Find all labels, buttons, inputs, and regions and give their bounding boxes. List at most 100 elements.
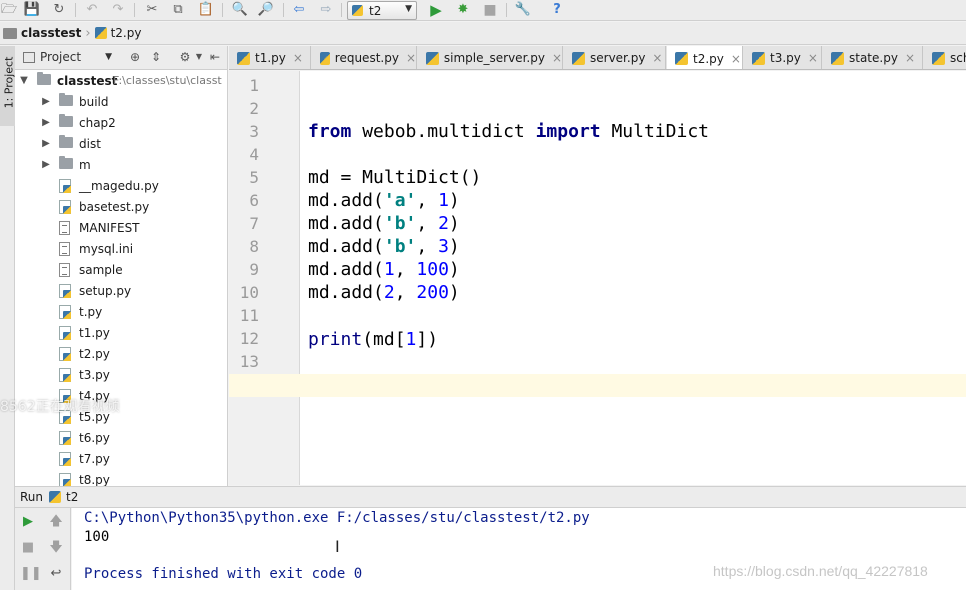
tab-state[interactable]: state.py × bbox=[823, 46, 923, 69]
project-tool-window-tab[interactable]: 1: Project bbox=[0, 46, 16, 126]
code-text: md.add( bbox=[308, 190, 384, 211]
tree-folder-m[interactable]: ▶ m bbox=[15, 154, 227, 175]
save-icon[interactable]: 💾 bbox=[24, 2, 40, 18]
settings-icon[interactable]: 🔧 bbox=[515, 2, 531, 18]
paste-icon[interactable]: 📋 bbox=[198, 2, 214, 18]
python-file-icon bbox=[932, 51, 945, 65]
line-number: 8 bbox=[249, 237, 259, 256]
tree-file[interactable]: t6.py bbox=[15, 427, 227, 448]
python-file-icon bbox=[675, 52, 688, 65]
chevron-down-icon[interactable]: ▼ bbox=[19, 75, 29, 86]
tab-t1[interactable]: t1.py × bbox=[229, 46, 311, 69]
tree-file[interactable]: t2.py bbox=[15, 343, 227, 364]
sync-icon[interactable]: ↻ bbox=[51, 2, 67, 18]
tab-label: t1.py bbox=[255, 51, 286, 65]
tree-file[interactable]: __magedu.py bbox=[15, 175, 227, 196]
project-view-select[interactable]: Project ▼ bbox=[23, 50, 112, 64]
code-line-4: md = MultiDict() bbox=[308, 167, 482, 188]
open-icon[interactable]: 🗁 bbox=[1, 2, 17, 18]
line-number: 6 bbox=[249, 191, 259, 210]
help-icon[interactable]: ? bbox=[549, 2, 565, 18]
tree-file[interactable]: t3.py bbox=[15, 364, 227, 385]
tree-folder-chap2[interactable]: ▶ chap2 bbox=[15, 112, 227, 133]
main-toolbar: 🗁 💾 ↻ ↶ ↷ ✂ ⧉ 📋 🔍 🔎 ⇦ ⇨ t2 ▼ ▶ ✸ ■ 🔧 ? bbox=[0, 0, 966, 21]
run-config-select[interactable]: t2 ▼ bbox=[347, 1, 417, 20]
tree-file[interactable]: t7.py bbox=[15, 448, 227, 469]
run-config-tab[interactable]: t2 bbox=[66, 490, 78, 504]
chevron-right-icon[interactable]: ▶ bbox=[41, 138, 51, 149]
tab-sche[interactable]: sche bbox=[924, 46, 966, 69]
tree-file[interactable]: t8.py bbox=[15, 469, 227, 486]
chevron-right-icon[interactable]: ▶ bbox=[41, 159, 51, 170]
text-file-icon bbox=[59, 221, 70, 235]
tree-folder-dist[interactable]: ▶ dist bbox=[15, 133, 227, 154]
locate-icon[interactable]: ⊕ bbox=[128, 50, 142, 64]
breadcrumb-file[interactable]: t2.py bbox=[94, 26, 142, 40]
console-exit-message: Process finished with exit code 0 bbox=[84, 566, 363, 582]
close-icon[interactable]: × bbox=[731, 52, 741, 66]
code-line-11: print(md[1]) bbox=[308, 328, 438, 351]
text-file-icon bbox=[59, 263, 70, 277]
forward-icon[interactable]: ⇨ bbox=[318, 2, 334, 18]
replace-icon[interactable]: 🔎 bbox=[258, 2, 274, 18]
pause-icon[interactable]: ❚❚ bbox=[20, 566, 42, 582]
close-icon[interactable]: × bbox=[406, 51, 416, 65]
breadcrumb-file-label: t2.py bbox=[110, 26, 142, 40]
number-literal: 200 bbox=[416, 282, 449, 303]
tree-file[interactable]: mysql.ini bbox=[15, 238, 227, 259]
toolbar-separator bbox=[341, 3, 342, 17]
undo-icon[interactable]: ↶ bbox=[84, 2, 100, 18]
tree-file[interactable]: basetest.py bbox=[15, 196, 227, 217]
run-icon[interactable]: ▶ bbox=[428, 2, 444, 18]
tab-simple-server[interactable]: simple_server.py × bbox=[418, 46, 563, 69]
folder-icon bbox=[37, 72, 51, 85]
tab-t2[interactable]: t2.py × bbox=[667, 46, 743, 69]
code-text: , bbox=[416, 236, 439, 257]
tab-label: server.py bbox=[590, 51, 646, 65]
close-icon[interactable]: × bbox=[905, 51, 915, 65]
tab-t3[interactable]: t3.py × bbox=[744, 46, 822, 69]
python-file-icon bbox=[59, 368, 71, 382]
back-icon[interactable]: ⇦ bbox=[291, 2, 307, 18]
close-icon[interactable]: × bbox=[808, 51, 818, 65]
code-text: md.add( bbox=[308, 213, 384, 234]
tab-request[interactable]: request.py × bbox=[312, 46, 417, 69]
code-text: , bbox=[394, 259, 417, 280]
stop-icon[interactable]: ■ bbox=[482, 2, 498, 18]
redo-icon[interactable]: ↷ bbox=[110, 2, 126, 18]
tree-file[interactable]: setup.py bbox=[15, 280, 227, 301]
viewer-count-watermark: 8562正在观看视频 bbox=[0, 399, 120, 415]
scroll-up-icon[interactable]: 🡅 bbox=[48, 514, 64, 530]
rerun-icon[interactable]: ▶ bbox=[20, 514, 36, 530]
breadcrumb-project[interactable]: classtest bbox=[3, 26, 81, 40]
tree-folder-build[interactable]: ▶ build bbox=[15, 91, 227, 112]
soft-wrap-icon[interactable]: ↩ bbox=[48, 566, 64, 582]
text-file-icon bbox=[59, 242, 70, 256]
debug-icon[interactable]: ✸ bbox=[455, 2, 471, 18]
tree-file[interactable]: MANIFEST bbox=[15, 217, 227, 238]
collapse-icon[interactable]: ⇕ bbox=[149, 50, 163, 64]
close-icon[interactable]: × bbox=[552, 51, 562, 65]
scroll-down-icon[interactable]: 🡇 bbox=[48, 540, 64, 556]
tree-file[interactable]: t1.py bbox=[15, 322, 227, 343]
python-file-icon bbox=[59, 326, 71, 340]
code-editor[interactable]: 1 2 3 4 5 6 7 8 9 10 11 12 13 from webob.multidict i… bbox=[229, 71, 966, 485]
gear-icon[interactable]: ⚙ bbox=[178, 50, 192, 64]
find-icon[interactable]: 🔍 bbox=[232, 2, 248, 18]
hide-panel-icon[interactable]: ⇤ bbox=[208, 50, 222, 64]
folder-icon bbox=[59, 93, 73, 106]
chevron-down-icon[interactable]: ▼ bbox=[192, 50, 206, 64]
toolbar-separator bbox=[283, 3, 284, 17]
tab-server[interactable]: server.py × bbox=[564, 46, 666, 69]
tree-root-classtest[interactable]: ▼ classtest F:\classes\stu\classt bbox=[15, 70, 227, 91]
cut-icon[interactable]: ✂ bbox=[144, 2, 160, 18]
python-file-icon bbox=[831, 51, 844, 65]
chevron-right-icon[interactable]: ▶ bbox=[41, 117, 51, 128]
chevron-right-icon[interactable]: ▶ bbox=[41, 96, 51, 107]
stop-icon[interactable]: ■ bbox=[20, 540, 36, 556]
tree-file[interactable]: sample bbox=[15, 259, 227, 280]
close-icon[interactable]: × bbox=[293, 51, 303, 65]
tree-file[interactable]: t.py bbox=[15, 301, 227, 322]
close-icon[interactable]: × bbox=[652, 51, 662, 65]
copy-icon[interactable]: ⧉ bbox=[170, 2, 186, 18]
